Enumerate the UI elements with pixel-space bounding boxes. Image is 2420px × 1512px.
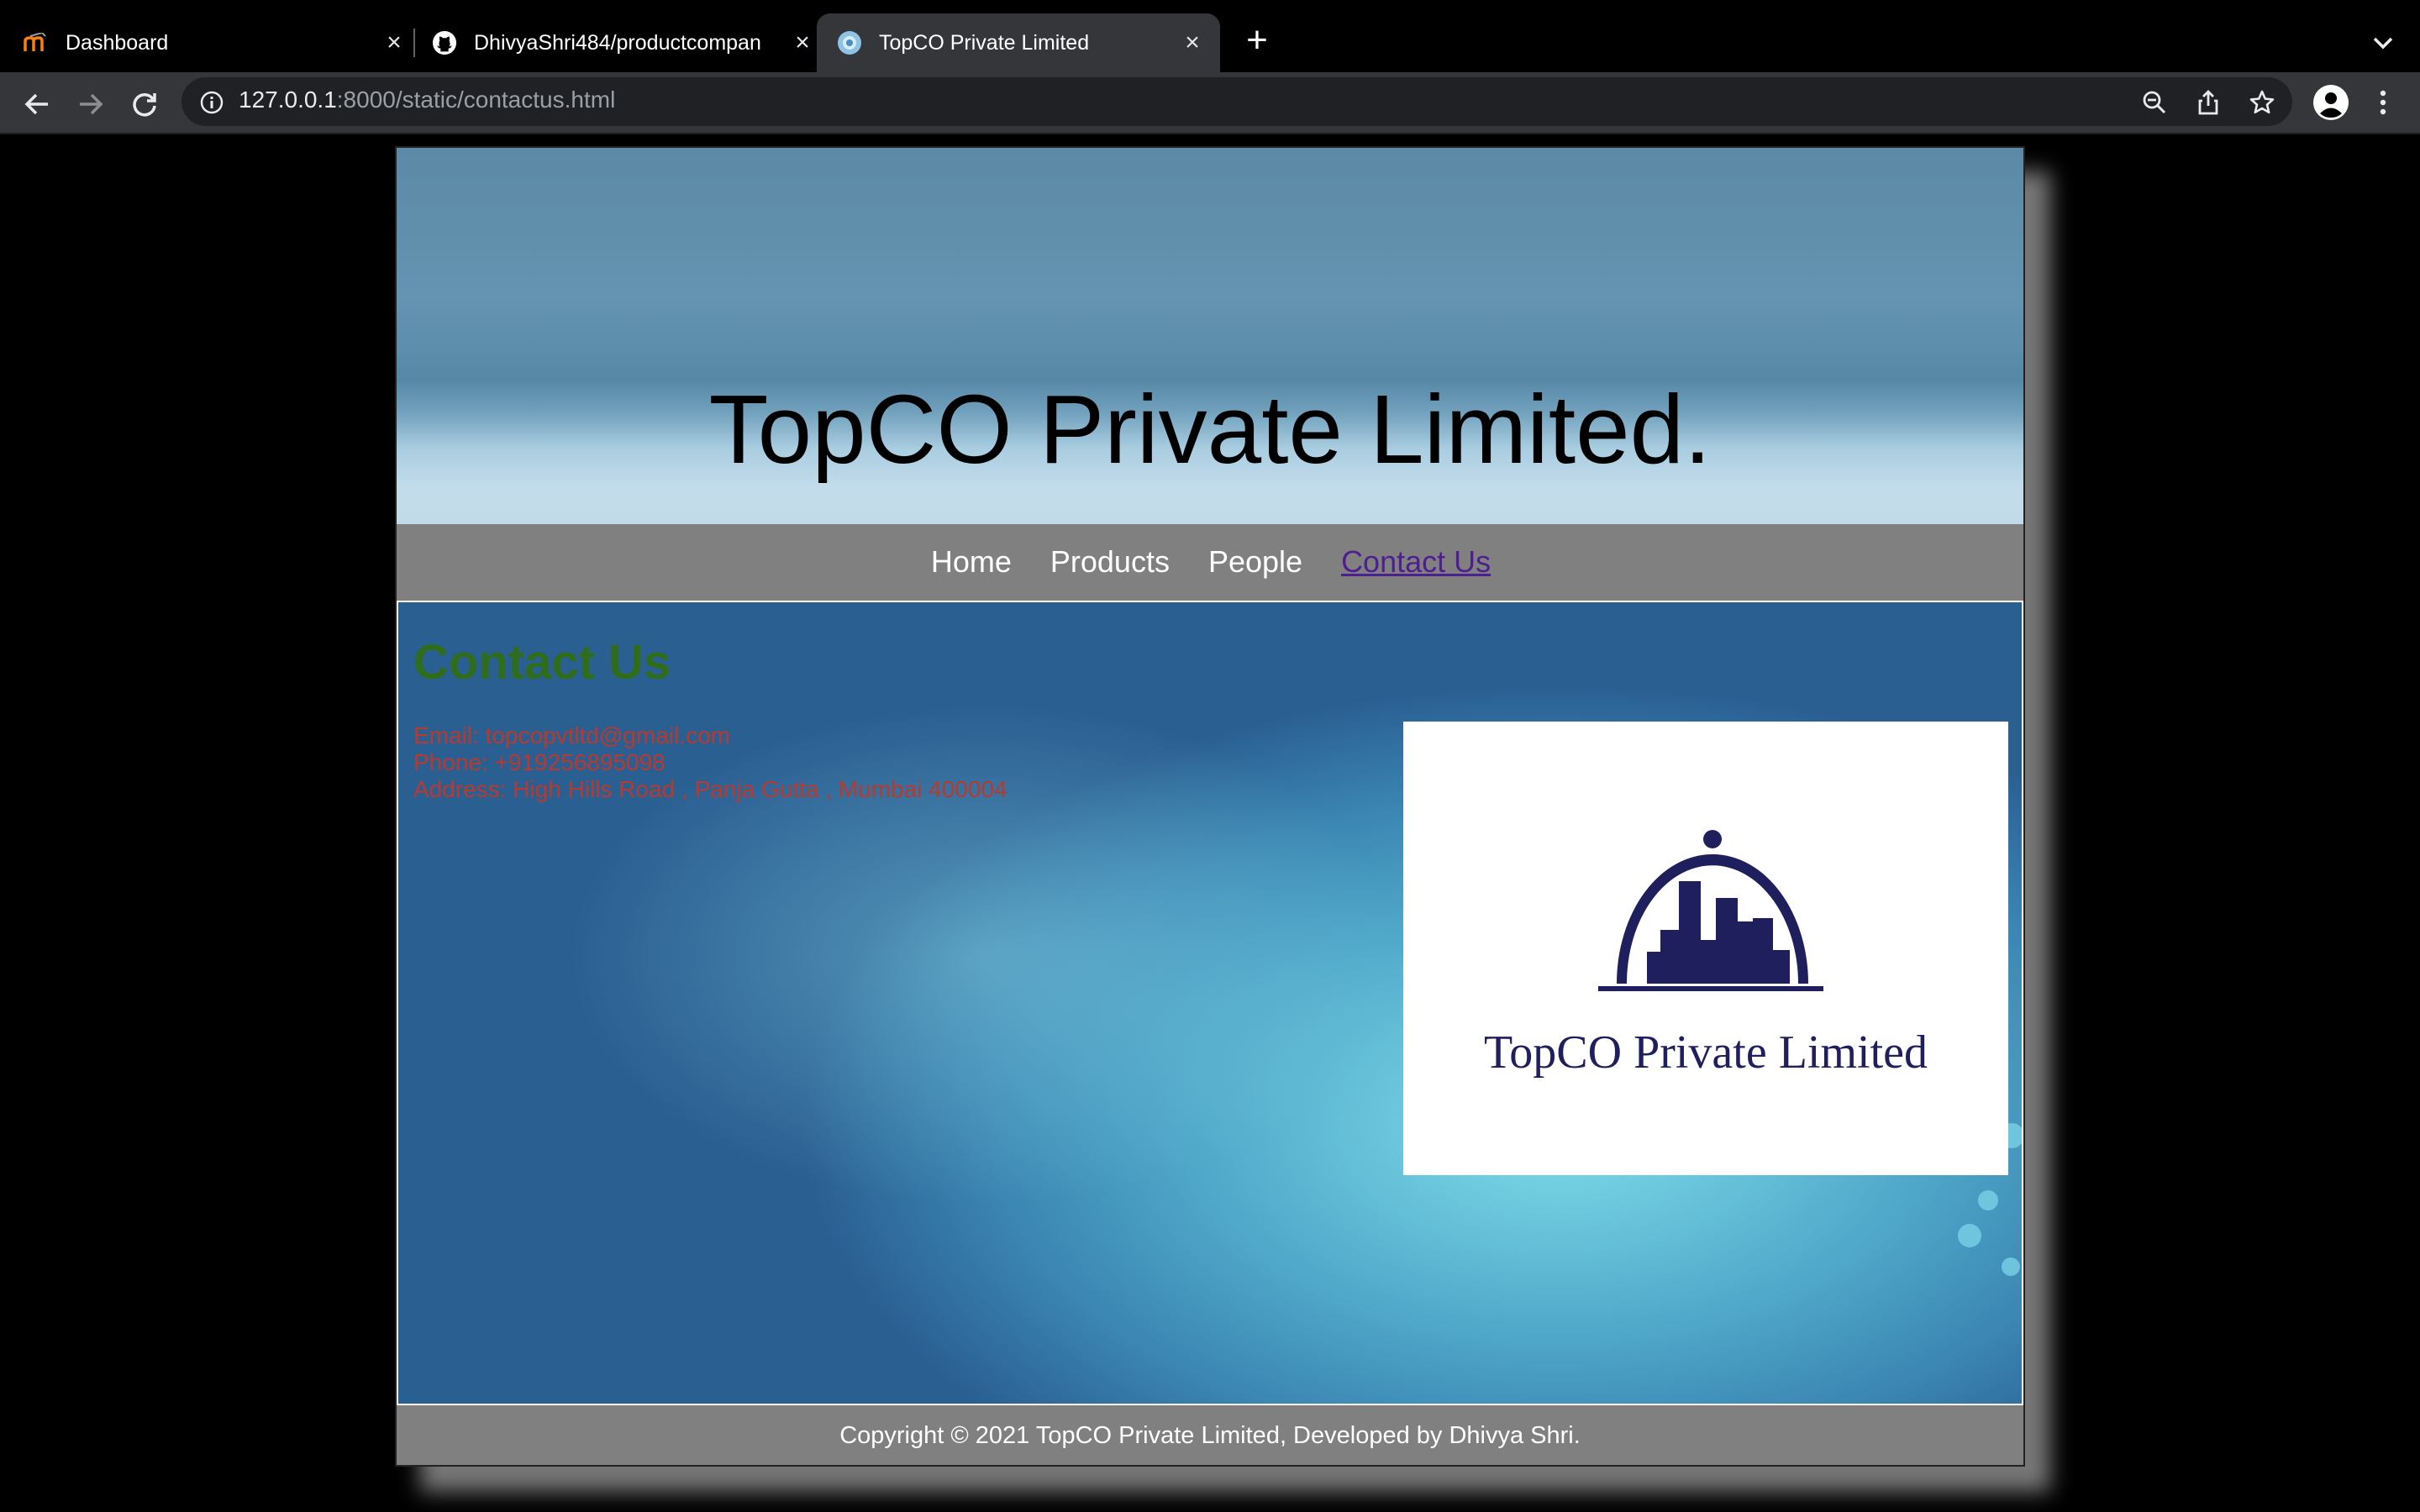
contact-email: Email: topcopvtltd@gmail.com xyxy=(413,722,731,748)
github-icon xyxy=(432,30,457,55)
forward-arrow-icon[interactable] xyxy=(72,86,109,123)
close-icon[interactable]: × xyxy=(790,29,815,56)
profile-avatar-icon[interactable] xyxy=(2312,84,2349,121)
company-logo-image: TopCO Private Limited xyxy=(1403,722,2008,1175)
kebab-menu-icon[interactable] xyxy=(2368,87,2398,118)
url-host: 127.0.0.1 xyxy=(239,87,337,113)
page-container: TopCO Private Limited. Home Products Peo… xyxy=(395,146,2025,1467)
tab-title: Dashboard xyxy=(66,30,169,55)
contact-heading: Contact Us xyxy=(413,635,671,690)
back-arrow-icon[interactable] xyxy=(18,86,55,123)
moodle-icon xyxy=(24,30,49,55)
tab-search-chevron-icon[interactable] xyxy=(2368,29,2398,57)
building-dome-logo-icon xyxy=(1598,830,1823,991)
tab-topco[interactable]: TopCO Private Limited × xyxy=(817,13,1220,72)
background-bubble xyxy=(2002,1257,2020,1276)
tab-title: TopCO Private Limited xyxy=(879,30,1090,55)
site-header-banner: TopCO Private Limited. xyxy=(395,146,2025,524)
nav-link-people[interactable]: People xyxy=(1208,544,1302,580)
background-bubble xyxy=(1958,1224,1981,1247)
tab-title: DhivyaShri484/productcompan xyxy=(474,30,761,55)
reload-icon[interactable] xyxy=(126,86,163,123)
background-bubble xyxy=(1978,1190,1998,1210)
nav-link-products[interactable]: Products xyxy=(1050,544,1170,580)
site-globe-icon xyxy=(837,30,862,55)
nav-link-home[interactable]: Home xyxy=(931,544,1012,580)
close-icon[interactable]: × xyxy=(1180,29,1205,56)
tab-github[interactable]: DhivyaShri484/productcompan × xyxy=(432,13,815,72)
contact-phone: Phone: +919256895098 xyxy=(413,749,666,775)
tab-separator xyxy=(413,29,415,57)
logo-wordmark: TopCO Private Limited xyxy=(1483,1026,1928,1079)
footer-copyright: Copyright © 2021 TopCO Private Limited, … xyxy=(839,1421,1581,1449)
contact-content-area: Contact Us Email: topcopvtltd@gmail.com … xyxy=(397,601,2023,1405)
zoom-icon[interactable] xyxy=(2139,87,2170,118)
bookmark-star-icon[interactable] xyxy=(2247,87,2277,118)
site-navigation: Home Products People Contact Us xyxy=(395,524,2025,600)
site-info-icon[interactable] xyxy=(197,87,227,118)
contact-details: Email: topcopvtltd@gmail.com Phone: +919… xyxy=(413,722,1007,803)
browser-tab-strip: Dashboard × DhivyaShri484/productcompan … xyxy=(0,0,2420,72)
tab-dashboard[interactable]: Dashboard × xyxy=(24,13,407,72)
nav-link-contact-us[interactable]: Contact Us xyxy=(1341,544,1491,580)
url-path: :8000/static/contactus.html xyxy=(336,87,616,113)
site-title: TopCO Private Limited. xyxy=(708,375,1712,484)
contact-address: Address: High Hills Road , Panja Gutta ,… xyxy=(413,776,1007,802)
close-icon[interactable]: × xyxy=(381,29,407,56)
new-tab-plus-icon[interactable]: + xyxy=(1239,22,1276,60)
toolbar-divider xyxy=(0,133,2420,134)
share-icon[interactable] xyxy=(2193,87,2223,118)
url-text[interactable]: 127.0.0.1:8000/static/contactus.html xyxy=(239,87,615,113)
site-footer: Copyright © 2021 TopCO Private Limited, … xyxy=(395,1406,2025,1467)
